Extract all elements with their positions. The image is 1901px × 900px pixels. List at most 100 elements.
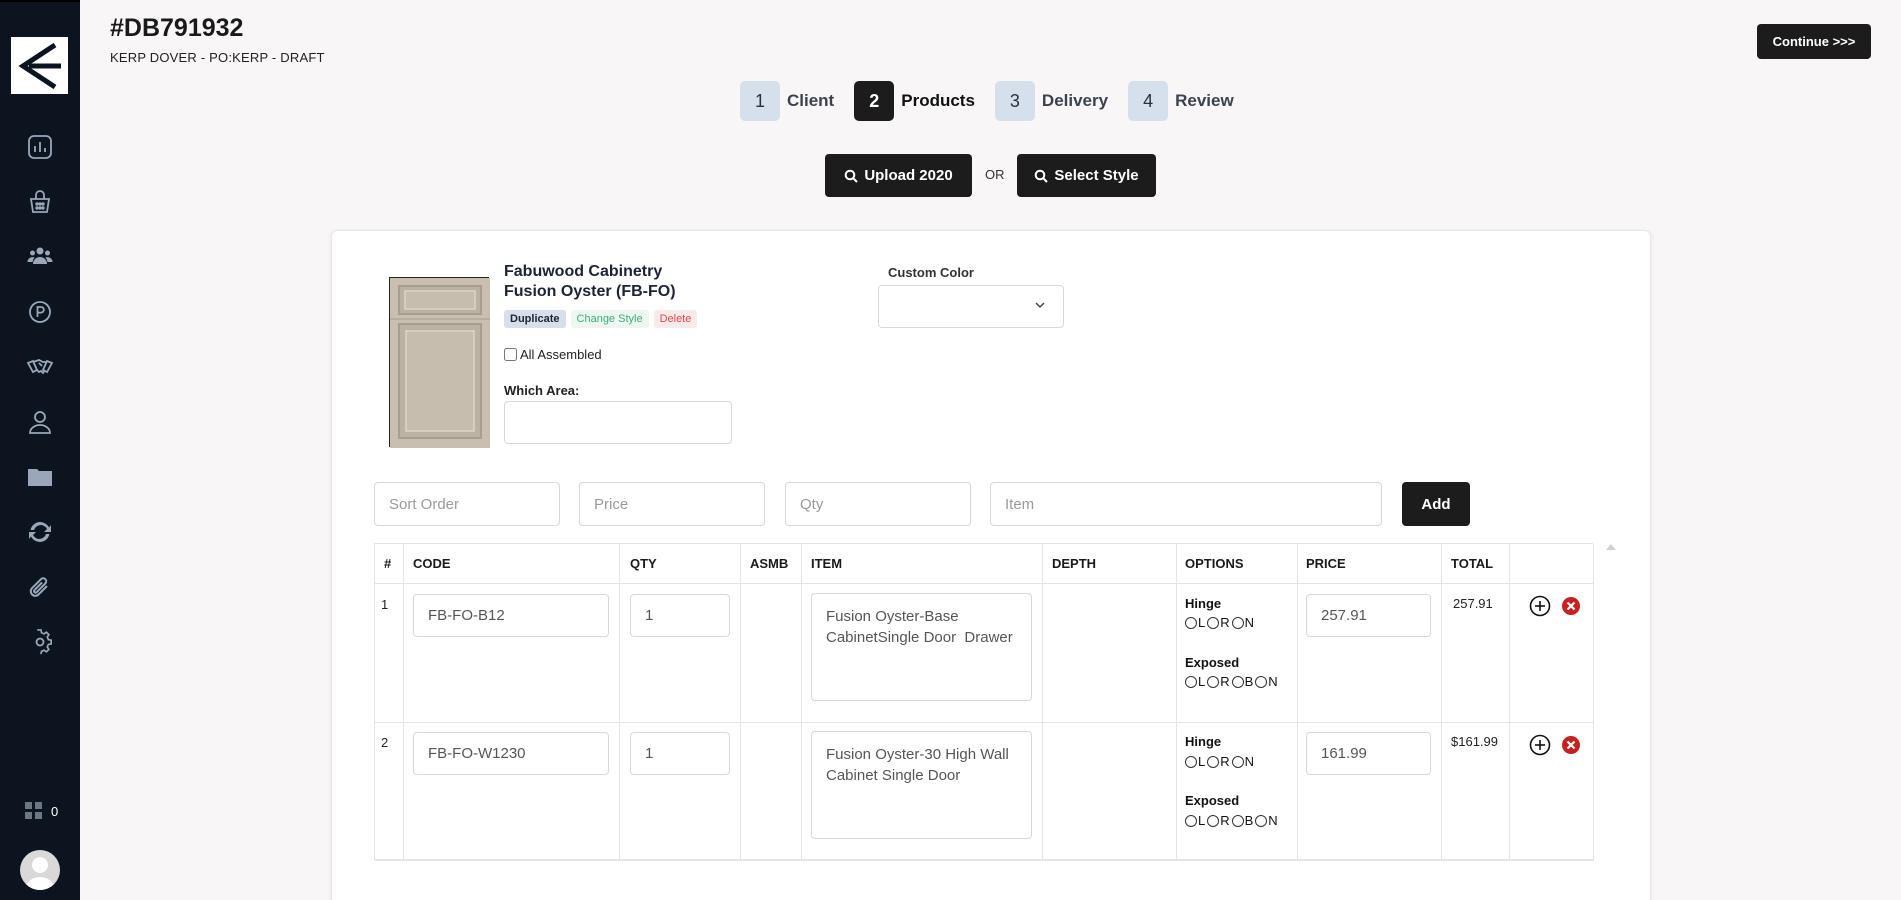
- item-input[interactable]: [990, 482, 1382, 526]
- continue-button[interactable]: Continue >>>: [1757, 24, 1871, 59]
- hinge-left-radio[interactable]: L: [1185, 754, 1205, 769]
- sidebar-item-files[interactable]: [26, 463, 54, 491]
- step-products[interactable]: 2 Products: [854, 81, 975, 121]
- radio-label: N: [1244, 754, 1255, 769]
- sidebar-item-deals[interactable]: [26, 353, 54, 381]
- step-number: 1: [740, 81, 780, 121]
- hinge-right-radio[interactable]: R: [1207, 754, 1230, 769]
- col-header-options: OPTIONS: [1185, 556, 1244, 571]
- add-row-button[interactable]: [1529, 734, 1551, 756]
- custom-color-select[interactable]: [878, 285, 1064, 328]
- change-style-button[interactable]: Change Style: [570, 310, 649, 328]
- price-input[interactable]: [579, 482, 765, 526]
- sync-icon: [29, 521, 51, 543]
- step-label: Delivery: [1041, 91, 1109, 110]
- step-client[interactable]: 1 Client: [740, 81, 834, 121]
- which-area-label: Which Area:: [504, 383, 580, 398]
- exposed-radio-group: L R B N: [1185, 674, 1280, 689]
- qty-field[interactable]: [630, 732, 730, 775]
- custom-color-label: Custom Color: [888, 265, 974, 280]
- close-circle-icon: [1562, 597, 1580, 615]
- delete-button[interactable]: Delete: [653, 310, 698, 328]
- exposed-left-radio[interactable]: L: [1185, 674, 1205, 689]
- radio-label: B: [1244, 674, 1254, 689]
- sidebar-item-profile[interactable]: [26, 408, 54, 436]
- hinge-none-radio[interactable]: N: [1231, 754, 1255, 769]
- step-label: Products: [901, 91, 975, 110]
- add-row-button[interactable]: [1529, 595, 1551, 617]
- radio-label: L: [1198, 615, 1206, 630]
- upload-2020-button[interactable]: Upload 2020: [825, 154, 972, 197]
- sidebar-item-sync[interactable]: [26, 518, 54, 546]
- handshake-icon: [27, 359, 53, 375]
- exposed-left-radio[interactable]: L: [1185, 813, 1205, 828]
- sidebar-item-reports[interactable]: [26, 133, 54, 161]
- step-number: 2: [854, 81, 895, 121]
- step-label: Client: [787, 91, 835, 110]
- row-total: 257.91: [1453, 596, 1493, 611]
- code-input[interactable]: [413, 594, 609, 637]
- sidebar-item-settings[interactable]: [26, 628, 54, 656]
- radio-label: N: [1268, 674, 1278, 689]
- exposed-none-radio[interactable]: N: [1255, 813, 1278, 828]
- which-area-input[interactable]: [504, 401, 732, 444]
- product-actions: Duplicate Change Style Delete: [504, 310, 698, 328]
- scroll-up-arrow[interactable]: [1606, 544, 1616, 550]
- item-description[interactable]: Fusion Oyster-Base CabinetSingle Door Dr…: [811, 593, 1032, 701]
- sort-order-input[interactable]: [374, 482, 560, 526]
- sidebar-item-customers[interactable]: [26, 242, 54, 270]
- exposed-none-radio[interactable]: N: [1255, 674, 1278, 689]
- code-input[interactable]: [413, 732, 609, 775]
- hinge-left-radio[interactable]: L: [1185, 615, 1205, 630]
- item-description[interactable]: Fusion Oyster-30 High Wall Cabinet Singl…: [811, 731, 1032, 839]
- exposed-right-radio[interactable]: R: [1207, 813, 1230, 828]
- exposed-both-radio[interactable]: B: [1231, 813, 1253, 828]
- all-assembled-checkbox-label[interactable]: All Assembled: [504, 347, 602, 362]
- gear-icon: [35, 629, 53, 655]
- exposed-both-radio[interactable]: B: [1231, 674, 1254, 689]
- bar-chart-icon: [28, 135, 52, 159]
- col-header-qty: QTY: [630, 556, 657, 571]
- hinge-none-radio[interactable]: N: [1231, 615, 1255, 630]
- row-number: 1: [381, 597, 389, 612]
- hinge-right-radio[interactable]: R: [1207, 615, 1230, 630]
- avatar[interactable]: [20, 850, 60, 890]
- product-brand: Fabuwood Cabinetry: [504, 263, 663, 280]
- search-icon: [1035, 169, 1049, 183]
- col-header-depth: DEPTH: [1052, 556, 1097, 571]
- back-logo-button[interactable]: [11, 37, 68, 94]
- p-coin-icon: [29, 301, 51, 323]
- select-style-label: Select Style: [1054, 167, 1139, 184]
- step-delivery[interactable]: 3 Delivery: [994, 81, 1109, 121]
- step-review[interactable]: 4 Review: [1128, 81, 1234, 121]
- sidebar-item-orders[interactable]: [26, 188, 54, 216]
- radio-label: L: [1198, 813, 1206, 828]
- col-header-price: PRICE: [1306, 556, 1346, 571]
- remove-row-button[interactable]: [1560, 734, 1582, 756]
- add-button[interactable]: Add: [1402, 482, 1470, 526]
- door-style-image: [389, 277, 490, 448]
- upload-label: Upload 2020: [864, 167, 953, 184]
- cart-count[interactable]: 0: [25, 802, 58, 820]
- row-total: $161.99: [1451, 734, 1498, 749]
- sidebar-item-attachments[interactable]: [26, 573, 54, 601]
- price-field[interactable]: [1306, 732, 1431, 775]
- price-field[interactable]: [1306, 594, 1431, 637]
- exposed-right-radio[interactable]: R: [1207, 674, 1230, 689]
- radio-label: R: [1220, 813, 1230, 828]
- col-header-asmb: ASMB: [750, 556, 789, 571]
- all-assembled-checkbox[interactable]: [504, 348, 517, 361]
- qty-input[interactable]: [785, 482, 971, 526]
- duplicate-button[interactable]: Duplicate: [504, 310, 566, 328]
- sidebar: 0: [0, 0, 80, 900]
- col-header-item: ITEM: [811, 556, 843, 571]
- select-style-button[interactable]: Select Style: [1017, 154, 1156, 197]
- back-arrow-icon: [17, 42, 61, 89]
- radio-label: N: [1244, 615, 1255, 630]
- all-assembled-text: All Assembled: [520, 347, 602, 362]
- qty-field[interactable]: [630, 594, 730, 637]
- sidebar-item-payments[interactable]: [26, 298, 54, 326]
- remove-row-button[interactable]: [1560, 595, 1582, 617]
- hinge-label: Hinge: [1185, 596, 1222, 611]
- col-header-num: #: [384, 556, 392, 571]
